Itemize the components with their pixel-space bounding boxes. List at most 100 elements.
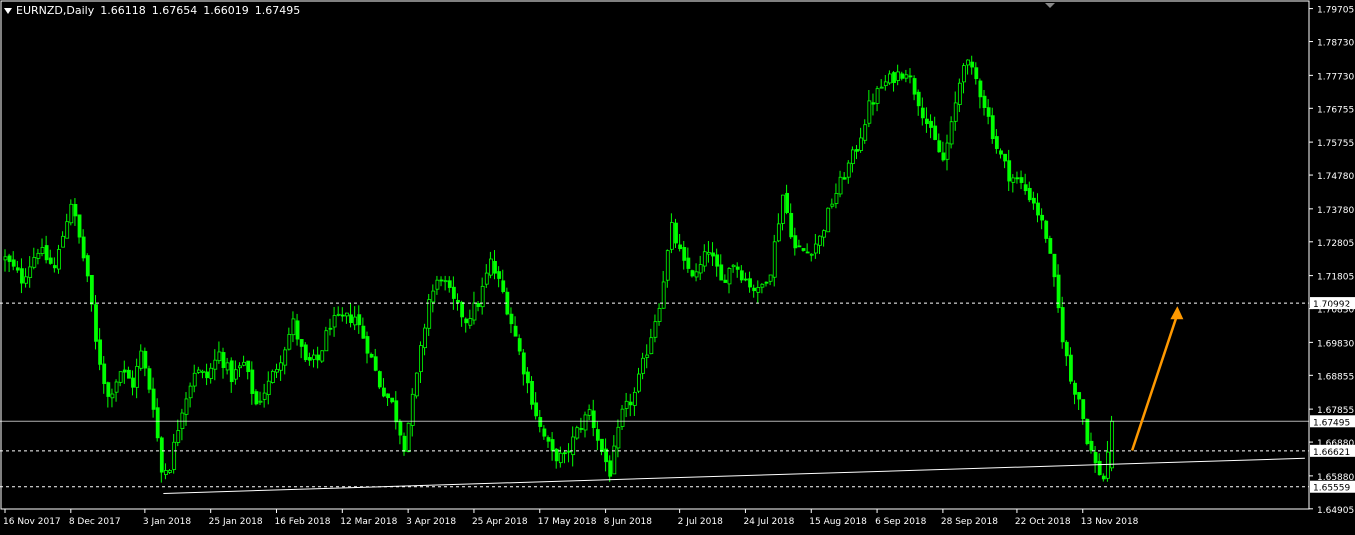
candle — [110, 388, 115, 408]
candle — [509, 307, 514, 334]
candle-body — [1081, 399, 1086, 419]
candle — [164, 463, 168, 480]
candle — [1077, 392, 1082, 411]
candle — [1069, 347, 1073, 385]
candle-body — [28, 266, 33, 278]
candle-body — [530, 380, 534, 405]
candle — [929, 114, 933, 139]
candle — [28, 256, 33, 288]
candle-body — [468, 318, 473, 326]
candle-body — [1031, 197, 1036, 204]
candle-body — [373, 356, 378, 371]
candle — [793, 227, 798, 256]
candle — [591, 399, 596, 437]
candle-body — [999, 150, 1003, 155]
candle — [1040, 208, 1045, 230]
candle — [772, 234, 777, 287]
support-trendline[interactable] — [163, 457, 1305, 494]
candle — [888, 70, 892, 85]
candle-body — [81, 236, 86, 259]
candle-body — [711, 252, 715, 257]
candle-body — [44, 245, 49, 261]
candle-body — [316, 354, 321, 361]
x-tick-label: 12 Mar 2018 — [340, 517, 397, 527]
candle — [521, 349, 526, 386]
candle — [739, 265, 744, 283]
candle-body — [419, 345, 423, 373]
candle-body — [583, 414, 588, 431]
candle — [414, 372, 419, 399]
chart-area[interactable]: 1.70992 1.67495 1.66621 1.65559 1.79705 1.787… — [0, 0, 1355, 531]
dropdown-triangle-icon[interactable] — [4, 8, 12, 14]
candle — [871, 93, 876, 116]
x-tick-label: 16 Nov 2017 — [3, 517, 61, 527]
candle-body — [702, 251, 707, 267]
candle — [192, 364, 197, 393]
candle-body — [357, 314, 362, 326]
candle-body — [291, 318, 296, 336]
candle — [435, 275, 440, 295]
candle-body — [542, 428, 547, 437]
candle-body — [920, 107, 925, 119]
candle-body — [225, 362, 230, 371]
candle — [731, 263, 736, 273]
candle — [155, 398, 160, 442]
candle — [669, 213, 674, 254]
candle — [657, 303, 662, 326]
candle-body — [678, 244, 683, 250]
candle — [266, 371, 271, 405]
candle-body — [270, 370, 275, 383]
candle-body — [398, 421, 403, 436]
candle-body — [744, 278, 748, 281]
candle — [999, 148, 1003, 159]
candle — [57, 244, 61, 274]
candle-body — [52, 265, 57, 269]
candle — [641, 352, 646, 380]
candle-body — [73, 204, 78, 217]
candle-body — [369, 353, 374, 358]
candle — [554, 447, 559, 469]
candle-body — [472, 302, 477, 321]
candle — [48, 249, 53, 265]
candle-body — [994, 136, 999, 149]
shift-marker-icon[interactable] — [1045, 3, 1055, 8]
candle-body — [756, 287, 761, 293]
y-tick-label: 1.71805 — [1317, 273, 1354, 283]
candle-body — [205, 371, 209, 379]
candle-body — [748, 278, 752, 288]
candle — [945, 134, 950, 171]
candle — [497, 266, 502, 288]
candle-body — [89, 274, 94, 305]
candle-body — [299, 339, 304, 347]
candle — [303, 342, 308, 362]
candle-body — [949, 121, 954, 145]
candle — [550, 432, 555, 461]
candle — [180, 408, 185, 441]
candle — [15, 260, 20, 273]
candle — [912, 75, 917, 101]
candle-body — [776, 223, 781, 242]
candle — [233, 360, 238, 385]
x-tick-label: 24 Jul 2018 — [743, 517, 794, 527]
candle — [377, 370, 382, 390]
candle — [225, 357, 230, 375]
candle-body — [608, 460, 613, 477]
candle-body — [406, 422, 411, 453]
candle-body — [114, 381, 119, 393]
candle-body — [624, 400, 629, 409]
candle — [595, 421, 600, 451]
candle-body — [340, 314, 345, 317]
candle — [957, 78, 962, 113]
candle-body — [1052, 253, 1057, 278]
candle-body — [131, 377, 135, 388]
candle — [748, 271, 752, 293]
candle-body — [760, 283, 765, 288]
candle-body — [65, 221, 70, 239]
candle — [209, 363, 214, 384]
candle-body — [332, 315, 337, 328]
candle — [295, 313, 300, 346]
price-chart[interactable]: 1.709921.674951.666211.655591.797051.787… — [0, 0, 1355, 531]
candle-body — [900, 73, 905, 79]
candle — [949, 116, 954, 149]
candle-body — [423, 327, 427, 349]
